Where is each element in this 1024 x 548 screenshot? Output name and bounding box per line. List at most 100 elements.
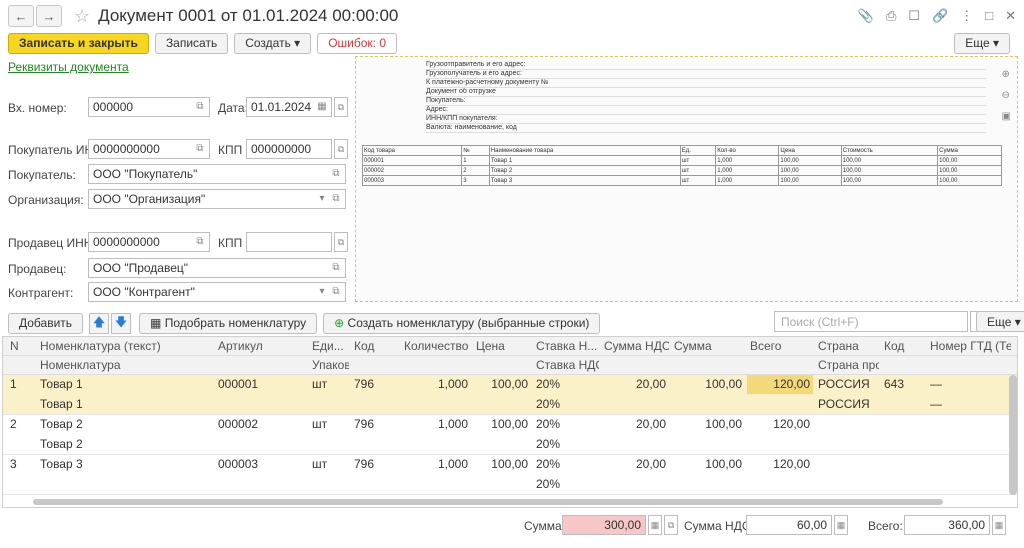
cell-unit: шт — [312, 457, 328, 471]
cell-nom: Товар 3 — [40, 457, 83, 471]
zoom-in-icon[interactable]: ⊕ — [1002, 69, 1011, 80]
cell-total: 120,00 — [747, 375, 813, 394]
print-icon[interactable]: ⎙ — [886, 8, 896, 24]
in-number-field[interactable]: 000000 ⧉ — [88, 97, 210, 117]
contractor-field[interactable]: ООО "Контрагент" ▾ ⧉ — [88, 282, 346, 302]
forward-button[interactable]: → — [36, 5, 62, 27]
column-header-pack: Упаковка — [312, 358, 349, 372]
cell-art: 000003 — [218, 457, 259, 471]
total-calc-icon[interactable]: ▦ — [992, 515, 1006, 535]
chevron-down-icon[interactable]: ▾ — [315, 192, 329, 206]
vat-value: 60,00 — [796, 518, 827, 532]
seller-inn-field[interactable]: 0000000000 ⧉ — [88, 232, 210, 252]
move-up-icon[interactable]: 🡅 — [89, 312, 110, 334]
sum-open-icon[interactable]: ⧉ — [664, 515, 678, 535]
buyer-field[interactable]: ООО "Покупатель" ⧉ — [88, 164, 346, 184]
column-header-vat_rate: Ставка Н... — [536, 339, 598, 353]
more-button[interactable]: Еще ▾ — [954, 32, 1010, 54]
preview-table-cell: 100,00 — [778, 155, 842, 166]
errors-button[interactable]: Ошибок: 0 — [317, 32, 398, 54]
sum-calc-icon[interactable]: ▦ — [648, 515, 662, 535]
cell-n: 2 — [10, 417, 17, 431]
favorite-star-icon[interactable]: ☆ — [74, 6, 90, 27]
horizontal-scrollbar[interactable] — [33, 499, 943, 505]
open-icon[interactable]: ⧉ — [193, 142, 207, 156]
calendar-icon[interactable]: ▦ — [315, 100, 329, 114]
cell-ccode: 643 — [884, 377, 905, 391]
column-header-art: Артикул — [218, 339, 263, 353]
move-down-icon[interactable]: 🡇 — [111, 312, 132, 334]
seller-field[interactable]: ООО "Продавец" ⧉ — [88, 258, 346, 278]
document-details-link[interactable]: Реквизиты документа — [8, 60, 129, 74]
open-icon[interactable]: ⧉ — [193, 235, 207, 249]
vat-field[interactable]: 60,00 — [746, 515, 832, 535]
buyer-kpp-field[interactable]: 000000000 — [246, 139, 332, 159]
pick-nomenclature-button[interactable]: ▦ Подобрать номенклатуру — [139, 312, 318, 334]
vat-calc-icon[interactable]: ▦ — [834, 515, 848, 535]
buyer-kpp-value: 000000000 — [251, 142, 312, 156]
preview-table: Код товара № Наименование товара Ед. Кол-во Ц… — [361, 145, 1002, 186]
open-icon[interactable]: ⧉ — [193, 100, 207, 114]
open-icon[interactable]: ⧉ — [329, 261, 343, 275]
open-icon[interactable]: ⧉ — [329, 167, 343, 181]
preview-table-cell: 100,00 — [778, 175, 842, 186]
vertical-scrollbar[interactable] — [1009, 375, 1017, 495]
preview-table-cell: Кол-во — [715, 145, 780, 156]
goods-table: N Номенклатура (текст) Номенклатура Артикул… — [2, 336, 1018, 508]
link-icon[interactable]: 🔗 — [932, 8, 948, 24]
search-input[interactable]: Поиск (Ctrl+F) — [774, 311, 968, 332]
document-scan-preview[interactable]: Грузоотправитель и его адрес: Грузополуча… — [355, 56, 1018, 302]
create-label: Создать — [245, 36, 291, 50]
date-label: Дата: — [218, 101, 248, 115]
table-more-button[interactable]: Еще ▾ — [976, 311, 1024, 332]
seller-kpp-open-icon[interactable]: ⧉ — [334, 232, 348, 252]
seller-kpp-field[interactable] — [246, 232, 332, 252]
close-icon[interactable]: ✕ — [1005, 8, 1016, 24]
table-row[interactable]: 1 Товар 1 Товар 1 000001 шт 796 1,000 100,00 20%… — [3, 375, 1017, 415]
open-icon[interactable]: ⧉ — [329, 285, 343, 299]
total-field[interactable]: 360,00 — [904, 515, 990, 535]
contractor-value: ООО "Контрагент" — [93, 285, 195, 299]
back-button[interactable]: ← — [8, 5, 34, 27]
create-button[interactable]: Создать ▾ — [234, 32, 312, 54]
fit-icon[interactable]: ▣ — [1002, 111, 1011, 122]
sum-field[interactable]: 300,00 — [562, 515, 646, 535]
cell-qty: 1,000 — [437, 377, 468, 391]
date-open-icon[interactable]: ⧉ — [334, 97, 348, 117]
restore-icon[interactable]: □ — [985, 8, 993, 24]
column-header-qty: Количество — [404, 339, 469, 353]
buyer-inn-field[interactable]: 0000000000 ⧉ — [88, 139, 210, 159]
buyer-value: ООО "Покупатель" — [93, 167, 198, 181]
column-header-unit: Еди... — [312, 339, 344, 353]
save-close-button[interactable]: Записать и закрыть — [8, 32, 149, 54]
column-header-vat_rate2: Ставка НДС — [536, 358, 599, 372]
preview-table-cell: 1,000 — [715, 175, 780, 186]
chevron-down-icon[interactable]: ▾ — [315, 285, 329, 299]
cell-code: 796 — [354, 417, 375, 431]
contractor-label: Контрагент: — [8, 286, 74, 300]
create-nomenclature-button[interactable]: ⊕ Создать номенклатуру (выбранные строки… — [323, 312, 601, 334]
org-field[interactable]: ООО "Организация" ▾ ⧉ — [88, 189, 346, 209]
preview-table-row: Код товара № Наименование товара Ед. Кол-во Ц… — [361, 145, 1002, 156]
cell-ccode — [881, 455, 925, 474]
date-field[interactable]: 01.01.2024 ▦ — [246, 97, 332, 117]
buyer-kpp-open-icon[interactable]: ⧉ — [334, 139, 348, 159]
preview-table-cell: 100,00 — [937, 175, 1002, 186]
cell-price: 100,00 — [491, 457, 528, 471]
cell-vat_rate: 20% — [536, 457, 561, 471]
zoom-out-icon[interactable]: ⊖ — [1002, 90, 1011, 101]
preview-table-cell: 100,00 — [840, 155, 939, 166]
preview-table-cell: 100,00 — [778, 165, 842, 176]
save-button[interactable]: Записать — [154, 32, 229, 54]
table-row[interactable]: 3 Товар 3 000003 шт 796 1,000 100,00 20% 20% 20,0… — [3, 455, 1017, 495]
open-icon[interactable]: ⧉ — [329, 192, 343, 206]
attach-icon[interactable]: 📎 — [858, 8, 874, 24]
column-header-n: N — [10, 339, 19, 353]
add-row-button[interactable]: Добавить — [8, 312, 84, 334]
menu-icon[interactable]: ⋮ — [960, 8, 973, 24]
preview-table-cell: 2 — [461, 165, 490, 176]
preview-table-cell: 100,00 — [937, 155, 1002, 166]
preview-table-cell: шт — [679, 175, 717, 186]
table-row[interactable]: 2 Товар 2 Товар 2 000002 шт 796 1,000 100,00 20%… — [3, 415, 1017, 455]
preview-icon[interactable]: ☐ — [908, 8, 920, 24]
